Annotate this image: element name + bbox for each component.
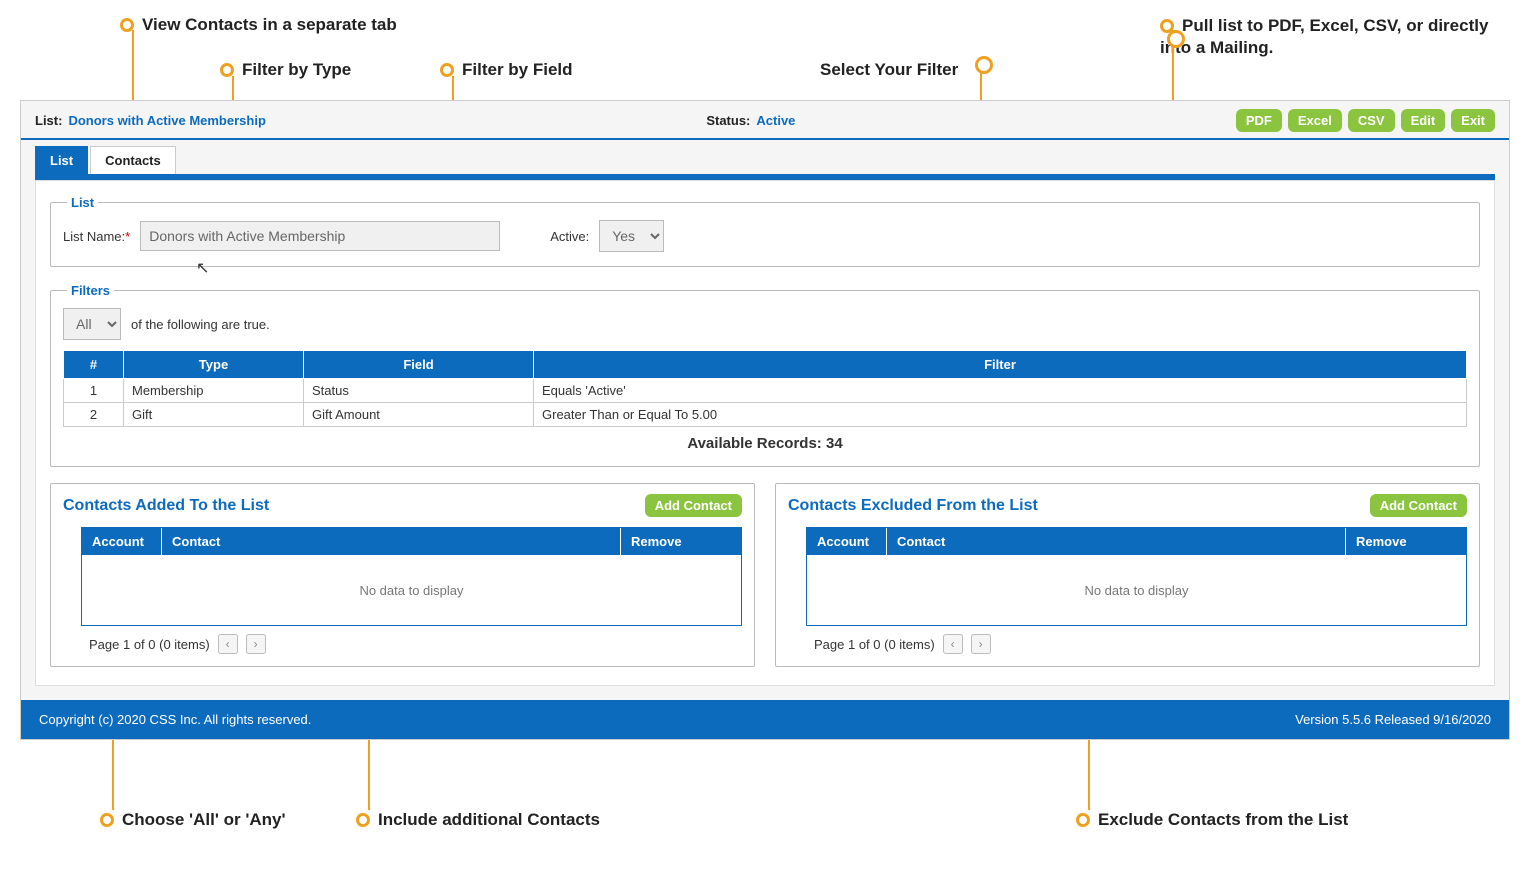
- add-contact-button[interactable]: Add Contact: [645, 494, 742, 517]
- next-page-button[interactable]: ›: [971, 634, 991, 654]
- excluded-table: Account Contact Remove No data to displa…: [806, 527, 1467, 626]
- callout-export: Pull list to PDF, Excel, CSV, or directl…: [1160, 15, 1490, 59]
- topbar: List: Donors with Active Membership Stat…: [21, 101, 1509, 140]
- col-remove: Remove: [621, 528, 741, 555]
- next-page-button[interactable]: ›: [246, 634, 266, 654]
- callout-text: Include additional Contacts: [378, 810, 600, 829]
- callout-text: Select Your Filter: [820, 60, 958, 79]
- contacts-added-panel: Contacts Added To the List Add Contact A…: [50, 483, 755, 667]
- callout-text: Filter by Type: [242, 60, 351, 79]
- callout-text: Choose 'All' or 'Any': [122, 810, 286, 829]
- col-remove: Remove: [1346, 528, 1466, 555]
- list-panel-legend: List: [67, 195, 98, 210]
- list-panel: List List Name:* Active: Yes ↖: [50, 195, 1480, 267]
- callout-text: Exclude Contacts from the List: [1098, 810, 1348, 829]
- match-text: of the following are true.: [131, 317, 270, 332]
- filters-panel: Filters All of the following are true. #…: [50, 283, 1480, 467]
- status-label: Status:: [706, 113, 750, 128]
- app-window: List: Donors with Active Membership Stat…: [20, 100, 1510, 740]
- list-name-link[interactable]: Donors with Active Membership: [68, 113, 265, 128]
- callout-all-any: Choose 'All' or 'Any': [100, 810, 286, 830]
- copyright: Copyright (c) 2020 CSS Inc. All rights r…: [39, 712, 311, 727]
- callout-line: [980, 62, 982, 76]
- tab-list[interactable]: List: [35, 146, 88, 174]
- added-title: Contacts Added To the List: [63, 497, 269, 515]
- callout-filter-type: Filter by Type: [220, 60, 351, 80]
- match-mode-select[interactable]: All: [63, 308, 121, 340]
- list-name-input[interactable]: [140, 221, 500, 251]
- col-filter: Filter: [534, 351, 1467, 379]
- callout-select-filter: Select Your Filter: [820, 60, 958, 80]
- excel-button[interactable]: Excel: [1288, 109, 1342, 132]
- csv-button[interactable]: CSV: [1348, 109, 1395, 132]
- tab-contacts[interactable]: Contacts: [90, 146, 176, 174]
- list-label: List:: [35, 113, 62, 128]
- callout-text: View Contacts in a separate tab: [142, 15, 397, 34]
- added-table: Account Contact Remove No data to displa…: [81, 527, 742, 626]
- footer: Copyright (c) 2020 CSS Inc. All rights r…: [21, 700, 1509, 739]
- available-records: Available Records: 34: [63, 427, 1467, 452]
- col-num: #: [64, 351, 124, 379]
- prev-page-button[interactable]: ‹: [218, 634, 238, 654]
- filters-panel-legend: Filters: [67, 283, 114, 298]
- contacts-excluded-panel: Contacts Excluded From the List Add Cont…: [775, 483, 1480, 667]
- tabs: List Contacts: [21, 140, 1509, 174]
- callout-text: Filter by Field: [462, 60, 573, 79]
- excluded-title: Contacts Excluded From the List: [788, 497, 1038, 515]
- prev-page-button[interactable]: ‹: [943, 634, 963, 654]
- col-contact: Contact: [162, 528, 621, 555]
- callout-include: Include additional Contacts: [356, 810, 600, 830]
- active-select[interactable]: Yes: [599, 220, 664, 252]
- filters-table: # Type Field Filter 1 Membership Status …: [63, 350, 1467, 427]
- callout-text: Pull list to PDF, Excel, CSV, or directl…: [1160, 16, 1488, 57]
- callout-view-contacts: View Contacts in a separate tab: [120, 15, 397, 35]
- col-contact: Contact: [887, 528, 1346, 555]
- callout-exclude: Exclude Contacts from the List: [1076, 810, 1348, 830]
- edit-button[interactable]: Edit: [1401, 109, 1446, 132]
- content-area: List List Name:* Active: Yes ↖ Filters A…: [35, 180, 1495, 686]
- col-type: Type: [124, 351, 304, 379]
- active-label: Active:: [550, 229, 589, 244]
- version: Version 5.5.6 Released 9/16/2020: [1295, 712, 1491, 727]
- col-account: Account: [807, 528, 887, 555]
- col-account: Account: [82, 528, 162, 555]
- table-row[interactable]: 2 Gift Gift Amount Greater Than or Equal…: [64, 403, 1467, 427]
- pdf-button[interactable]: PDF: [1236, 109, 1282, 132]
- filters-header-row: # Type Field Filter: [64, 351, 1467, 379]
- excluded-empty: No data to display: [807, 555, 1466, 625]
- exit-button[interactable]: Exit: [1451, 109, 1495, 132]
- pager-text: Page 1 of 0 (0 items): [89, 637, 210, 652]
- callout-filter-field: Filter by Field: [440, 60, 573, 80]
- pager-text: Page 1 of 0 (0 items): [814, 637, 935, 652]
- cursor-icon: ↖: [196, 258, 209, 278]
- add-contact-button[interactable]: Add Contact: [1370, 494, 1467, 517]
- table-row[interactable]: 1 Membership Status Equals 'Active': [64, 379, 1467, 403]
- list-name-label: List Name:*: [63, 229, 130, 244]
- added-empty: No data to display: [82, 555, 741, 625]
- col-field: Field: [304, 351, 534, 379]
- status-value[interactable]: Active: [756, 113, 795, 128]
